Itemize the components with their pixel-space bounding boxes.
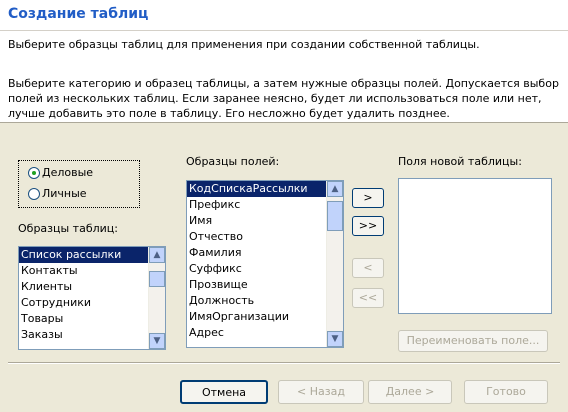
radio-personal-label: Личные: [42, 187, 87, 200]
radio-business-indicator[interactable]: [28, 166, 40, 179]
remove-field-button[interactable]: <: [352, 258, 384, 278]
field-samples-scrollbar[interactable]: ▲ ▼: [326, 181, 343, 347]
list-item[interactable]: Прозвище: [187, 277, 326, 293]
scroll-down-icon[interactable]: ▼: [327, 331, 343, 347]
list-item[interactable]: Товары: [19, 311, 148, 327]
add-field-button[interactable]: >: [352, 188, 384, 208]
wizard-header: Создание таблиц Выберите образцы таблиц …: [0, 0, 568, 123]
scroll-thumb[interactable]: [327, 201, 343, 231]
finish-button[interactable]: Готово: [464, 380, 548, 404]
radio-business[interactable]: Деловые: [28, 166, 93, 179]
table-samples-label: Образцы таблиц:: [18, 222, 118, 235]
footer-divider: [8, 362, 560, 364]
next-button[interactable]: Далее >: [368, 380, 452, 404]
list-item[interactable]: Список рассылки: [19, 247, 148, 263]
dialog-title: Создание таблиц: [8, 6, 149, 22]
table-samples-scrollbar[interactable]: ▲ ▼: [148, 247, 165, 349]
list-item[interactable]: Суффикс: [187, 261, 326, 277]
cancel-button[interactable]: Отмена: [180, 380, 268, 404]
radio-personal[interactable]: Личные: [28, 187, 87, 200]
new-fields-list[interactable]: [398, 178, 552, 314]
new-fields-label: Поля новой таблицы:: [398, 155, 522, 168]
scroll-down-icon[interactable]: ▼: [149, 333, 165, 349]
radio-personal-indicator[interactable]: [28, 187, 40, 200]
list-item[interactable]: Фамилия: [187, 245, 326, 261]
rename-field-button[interactable]: Переименовать поле...: [398, 330, 548, 352]
list-item[interactable]: Префикс: [187, 197, 326, 213]
scroll-up-icon[interactable]: ▲: [149, 247, 165, 263]
intro-text-1: Выберите образцы таблиц для применения п…: [8, 38, 480, 51]
table-wizard-dialog: Создание таблиц Выберите образцы таблиц …: [0, 0, 568, 412]
list-item[interactable]: Имя: [187, 213, 326, 229]
remove-all-fields-button[interactable]: <<: [352, 288, 384, 308]
back-button[interactable]: < Назад: [278, 380, 364, 404]
scroll-thumb[interactable]: [149, 271, 165, 287]
list-item[interactable]: Сотрудники: [19, 295, 148, 311]
intro-text-2: Выберите категорию и образец таблицы, а …: [8, 77, 559, 120]
scroll-up-icon[interactable]: ▲: [327, 181, 343, 197]
list-item[interactable]: Заказы: [19, 327, 148, 343]
header-divider: [0, 30, 568, 31]
list-item[interactable]: ИмяОрганизации: [187, 309, 326, 325]
field-samples-label: Образцы полей:: [186, 155, 280, 168]
field-samples-list[interactable]: КодСпискаРассылки Префикс Имя Отчество Фамил…: [186, 180, 344, 348]
list-item[interactable]: Должность: [187, 293, 326, 309]
list-item[interactable]: Отчество: [187, 229, 326, 245]
add-all-fields-button[interactable]: >>: [352, 216, 384, 236]
list-item[interactable]: Адрес: [187, 325, 326, 341]
radio-business-label: Деловые: [42, 166, 94, 179]
list-item[interactable]: КодСпискаРассылки: [187, 181, 326, 197]
table-samples-list[interactable]: Список рассылки Контакты Клиенты Сотрудники…: [18, 246, 166, 350]
list-item[interactable]: Клиенты: [19, 279, 148, 295]
list-item[interactable]: Контакты: [19, 263, 148, 279]
